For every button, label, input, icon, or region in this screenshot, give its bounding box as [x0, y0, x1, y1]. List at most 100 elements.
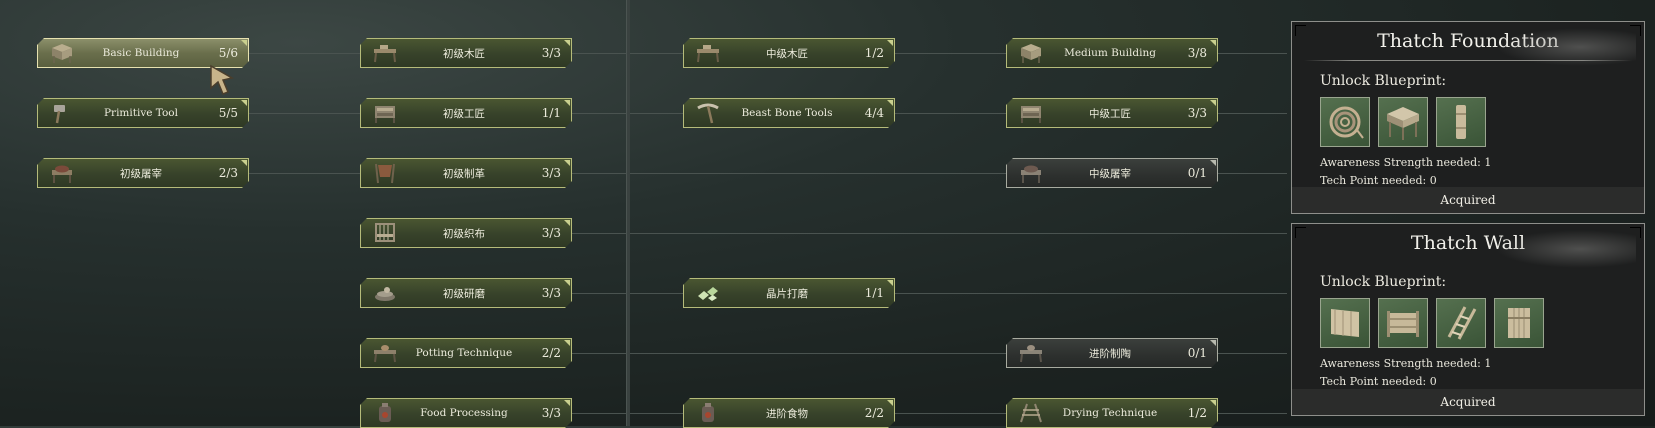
tech-node-label: 初级屠宰 [120, 167, 162, 180]
corner-marker-icon [1210, 160, 1216, 166]
corner-marker-icon [241, 160, 247, 166]
tech-node-potting-technique[interactable]: Potting Technique 2/2 [360, 338, 572, 368]
corner-marker-icon [887, 280, 893, 286]
tech-node-basic-tanning[interactable]: 初级制革 3/3 [360, 158, 572, 188]
tech-node-label: Primitive Tool [103, 107, 178, 119]
tech-node-basic-butcher[interactable]: 初级屠宰 2/3 [37, 158, 249, 188]
corner-marker-icon [887, 100, 893, 106]
tech-node-mid-workshop[interactable]: 中级工匠 3/3 [1006, 98, 1218, 128]
tech-node-basic-workshop[interactable]: 初级工匠 1/1 [360, 98, 572, 128]
corner-marker-icon [887, 40, 893, 46]
mouse-cursor-icon [210, 64, 235, 95]
tech-node-count: 3/3 [541, 286, 561, 300]
tech-node-mid-carpentry[interactable]: 中级木匠 1/2 [683, 38, 895, 68]
thatch-foundation-icon[interactable] [1378, 97, 1428, 147]
tech-node-count: 3/3 [541, 46, 561, 60]
status-acquired: Acquired [1292, 187, 1644, 213]
tech-node-label: 初级织布 [443, 227, 485, 240]
tech-node-chip-polishing[interactable]: 晶片打磨 1/1 [683, 278, 895, 308]
blueprint-list [1320, 298, 1644, 348]
tech-node-count: 3/3 [1187, 106, 1207, 120]
blueprint-panel-thatch-wall: Thatch Wall Unlock Blueprint: Awareness … [1291, 223, 1645, 416]
crystal-chips-icon [694, 282, 722, 304]
ladder-icon[interactable] [1436, 298, 1486, 348]
thatch-door-icon[interactable] [1494, 298, 1544, 348]
tech-node-basic-carpentry[interactable]: 初级木匠 3/3 [360, 38, 572, 68]
tech-node-label: Food Processing [420, 407, 508, 419]
tech-node-label: 中级木匠 [766, 47, 808, 60]
fence-wall-icon[interactable] [1378, 298, 1428, 348]
tech-node-label: 进阶制陶 [1089, 347, 1131, 360]
pottery-icon [371, 342, 399, 364]
tech-node-count: 3/3 [541, 166, 561, 180]
requirements: Awareness Strength needed: 1 Tech Point … [1320, 355, 1644, 391]
wooden-pillar-icon[interactable] [1436, 97, 1486, 147]
tech-node-medium-building[interactable]: Medium Building 3/8 [1006, 38, 1218, 68]
tech-node-count: 4/4 [864, 106, 884, 120]
tech-node-label: Beast Bone Tools [741, 107, 833, 119]
tech-tree: Basic Building 5/6 Primitive Tool 5/5 初级… [0, 0, 1287, 428]
workbench-icon [371, 102, 399, 124]
corner-marker-icon [1210, 400, 1216, 406]
carpentry-bench-icon [371, 42, 399, 64]
tech-node-beast-bone-tools[interactable]: Beast Bone Tools 4/4 [683, 98, 895, 128]
grinder-icon [371, 282, 399, 304]
corner-marker-icon [564, 100, 570, 106]
corner-marker-icon [564, 340, 570, 346]
column-divider [626, 0, 630, 426]
tech-node-drying-technique[interactable]: Drying Technique 1/2 [1006, 398, 1218, 428]
thatch-wall-icon[interactable] [1320, 298, 1370, 348]
awareness-strength-text: Awareness Strength needed: 1 [1320, 156, 1492, 169]
divider [1304, 60, 1632, 61]
tanning-rack-icon [371, 162, 399, 184]
panel-title: Thatch Foundation [1377, 30, 1559, 52]
tech-node-mid-butcher[interactable]: 中级屠宰 0/1 [1006, 158, 1218, 188]
workbench-icon [1017, 102, 1045, 124]
corner-marker-icon [564, 220, 570, 226]
tech-node-count: 1/2 [864, 46, 884, 60]
tech-node-count: 5/6 [218, 46, 238, 60]
tech-node-food-processing[interactable]: Food Processing 3/3 [360, 398, 572, 428]
tech-node-count: 3/3 [541, 406, 561, 420]
tech-node-label: 中级工匠 [1089, 107, 1131, 120]
building-icon [48, 42, 76, 64]
corner-marker-icon [564, 400, 570, 406]
tech-node-count: 2/2 [541, 346, 561, 360]
tech-node-count: 1/2 [1187, 406, 1207, 420]
awareness-strength-text: Awareness Strength needed: 1 [1320, 357, 1492, 370]
tech-node-advanced-pottery[interactable]: 进阶制陶 0/1 [1006, 338, 1218, 368]
tech-node-advanced-food[interactable]: 进阶食物 2/2 [683, 398, 895, 428]
tech-node-count: 1/1 [541, 106, 561, 120]
drying-rack-icon [1017, 402, 1045, 424]
tech-node-count: 0/1 [1187, 166, 1207, 180]
rope-coil-icon[interactable] [1320, 97, 1370, 147]
corner-marker-icon [564, 40, 570, 46]
tech-node-basic-grinding[interactable]: 初级研磨 3/3 [360, 278, 572, 308]
butcher-table-icon [1017, 162, 1045, 184]
corner-marker-icon [1210, 40, 1216, 46]
status-acquired: Acquired [1292, 389, 1644, 415]
corner-marker-icon [1210, 340, 1216, 346]
tech-node-primitive-tool[interactable]: Primitive Tool 5/5 [37, 98, 249, 128]
blueprint-list [1320, 97, 1644, 147]
stove-icon [694, 402, 722, 424]
tech-node-label: 初级研磨 [443, 287, 485, 300]
tech-node-label: Basic Building [102, 47, 180, 59]
corner-marker-icon [241, 40, 247, 46]
corner-marker-icon [564, 280, 570, 286]
tech-node-count: 3/3 [541, 226, 561, 240]
requirements: Awareness Strength needed: 1 Tech Point … [1320, 154, 1644, 190]
butcher-table-icon [48, 162, 76, 184]
hammer-icon [48, 102, 76, 124]
tech-node-label: Medium Building [1064, 47, 1156, 59]
tech-node-basic-weaving[interactable]: 初级织布 3/3 [360, 218, 572, 248]
corner-marker-icon [564, 160, 570, 166]
carpentry-bench-icon [694, 42, 722, 64]
tech-node-label: 晶片打磨 [766, 287, 808, 300]
pottery-icon [1017, 342, 1045, 364]
tech-node-label: 初级工匠 [443, 107, 485, 120]
tech-node-count: 5/5 [218, 106, 238, 120]
tech-node-label: 初级制革 [443, 167, 485, 180]
tech-node-count: 2/2 [864, 406, 884, 420]
unlock-blueprint-label: Unlock Blueprint: [1320, 274, 1447, 290]
